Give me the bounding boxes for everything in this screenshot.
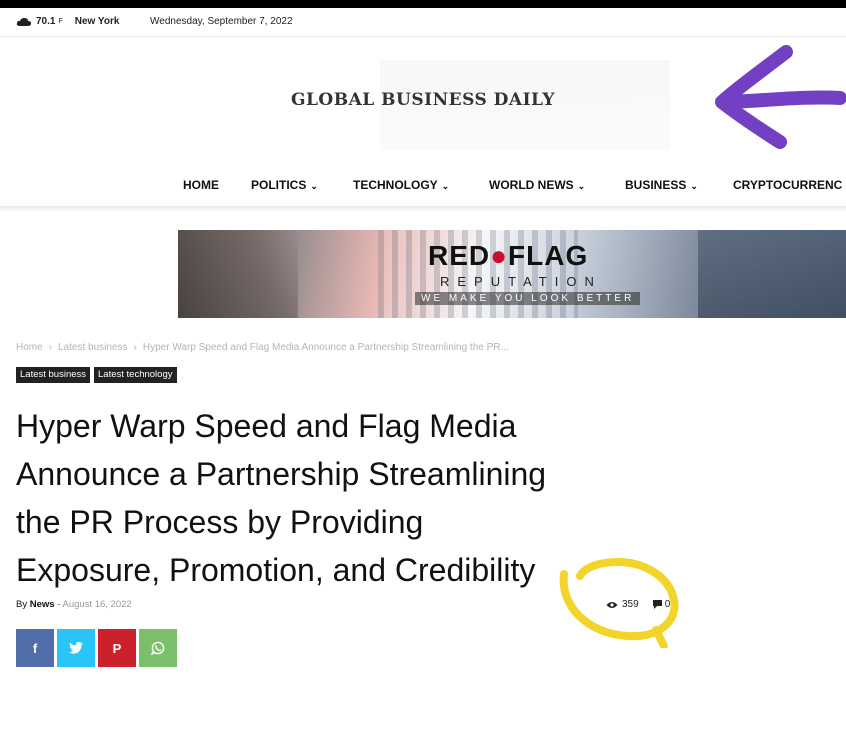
breadcrumb-separator: ›: [48, 342, 53, 353]
title-line: Hyper Warp Speed and Flag Media: [16, 408, 517, 444]
banner-brand-right: FLAG: [508, 240, 589, 271]
title-line: Exposure, Promotion, and Credibility: [16, 552, 536, 588]
title-line: Announce a Partnership Streamlining: [16, 456, 547, 492]
banner-tagline: WE MAKE YOU LOOK BETTER: [415, 292, 641, 305]
twitter-share-button[interactable]: [57, 629, 95, 667]
twitter-icon: [69, 642, 83, 654]
facebook-share-button[interactable]: f: [16, 629, 54, 667]
breadcrumb-home[interactable]: Home: [16, 342, 43, 353]
whatsapp-share-button[interactable]: [139, 629, 177, 667]
cloud-icon: [16, 17, 32, 26]
current-date: Wednesday, September 7, 2022: [150, 16, 293, 27]
banner-brand: RED●FLAG: [428, 240, 588, 272]
city-name: New York: [74, 16, 120, 27]
category-tags: Latest business Latest technology: [16, 367, 177, 383]
nav-item-label: POLITICS: [251, 178, 307, 192]
nav-item-home[interactable]: HOME: [183, 178, 219, 192]
pinterest-share-button[interactable]: P: [98, 629, 136, 667]
pinterest-icon: P: [112, 640, 122, 656]
main-navigation: HOME POLITICS ⌄ TECHNOLOGY ⌄ WORLD NEWS ⌄ B…: [0, 176, 846, 208]
banner-brand-left: RED: [428, 240, 491, 271]
nav-item-world-news[interactable]: WORLD NEWS ⌄: [489, 178, 585, 192]
nav-item-politics[interactable]: POLITICS ⌄: [251, 178, 318, 192]
share-buttons: f P: [16, 629, 177, 667]
banner-image-left: [178, 230, 298, 318]
breadcrumb-separator: ›: [133, 342, 137, 353]
nav-item-label: CRYPTOCURRENC: [733, 178, 843, 192]
weather-widget: 70.1 F New York: [16, 16, 119, 27]
article-meta: By News - August 16, 2022: [16, 599, 132, 610]
nav-item-label: HOME: [183, 178, 219, 192]
ad-banner[interactable]: RED●FLAG REPUTATION WE MAKE YOU LOOK BET…: [178, 230, 846, 318]
chevron-down-icon: ⌄: [690, 181, 698, 191]
meta-separator: -: [57, 599, 61, 610]
chevron-down-icon: ⌄: [441, 181, 450, 191]
nav-item-label: BUSINESS: [625, 178, 687, 192]
annotation-circle-icon: [559, 557, 679, 648]
breadcrumb-category[interactable]: Latest business: [58, 342, 128, 353]
banner-subtitle: REPUTATION: [440, 274, 602, 289]
nav-item-business[interactable]: BUSINESS ⌄: [625, 178, 698, 192]
publish-date: August 16, 2022: [62, 599, 132, 610]
whatsapp-icon: [151, 641, 165, 655]
category-tag-latest-technology[interactable]: Latest technology: [94, 367, 177, 383]
facebook-icon: f: [32, 640, 38, 656]
category-tag-latest-business[interactable]: Latest business: [16, 367, 91, 383]
breadcrumb-current: Hyper Warp Speed and Flag Media Announce…: [142, 342, 509, 353]
top-bar: 70.1 F New York Wednesday, September 7, 2…: [0, 8, 846, 37]
nav-item-label: WORLD NEWS: [489, 178, 574, 192]
chevron-down-icon: ⌄: [310, 181, 318, 191]
chevron-down-icon: ⌄: [577, 181, 586, 191]
article-page: 70.1 F New York Wednesday, September 7, 2…: [0, 8, 846, 755]
annotation-arrow-icon: [715, 45, 846, 149]
nav-item-label: TECHNOLOGY: [353, 178, 438, 192]
breadcrumb: Home › Latest business › Hyper Warp Speed an…: [16, 342, 509, 353]
byline-prefix: By: [16, 599, 28, 610]
banner-image-right: [698, 230, 846, 318]
nav-item-technology[interactable]: TECHNOLOGY ⌄: [353, 178, 449, 192]
nav-divider: [0, 206, 846, 212]
title-line: the PR Process by Providing: [16, 504, 424, 540]
flag-icon: ●: [490, 240, 509, 271]
author-link[interactable]: News: [30, 599, 55, 610]
nav-item-cryptocurrency[interactable]: CRYPTOCURRENC: [733, 178, 842, 192]
temperature-unit: F: [58, 18, 63, 25]
temperature: 70.1: [36, 16, 56, 27]
